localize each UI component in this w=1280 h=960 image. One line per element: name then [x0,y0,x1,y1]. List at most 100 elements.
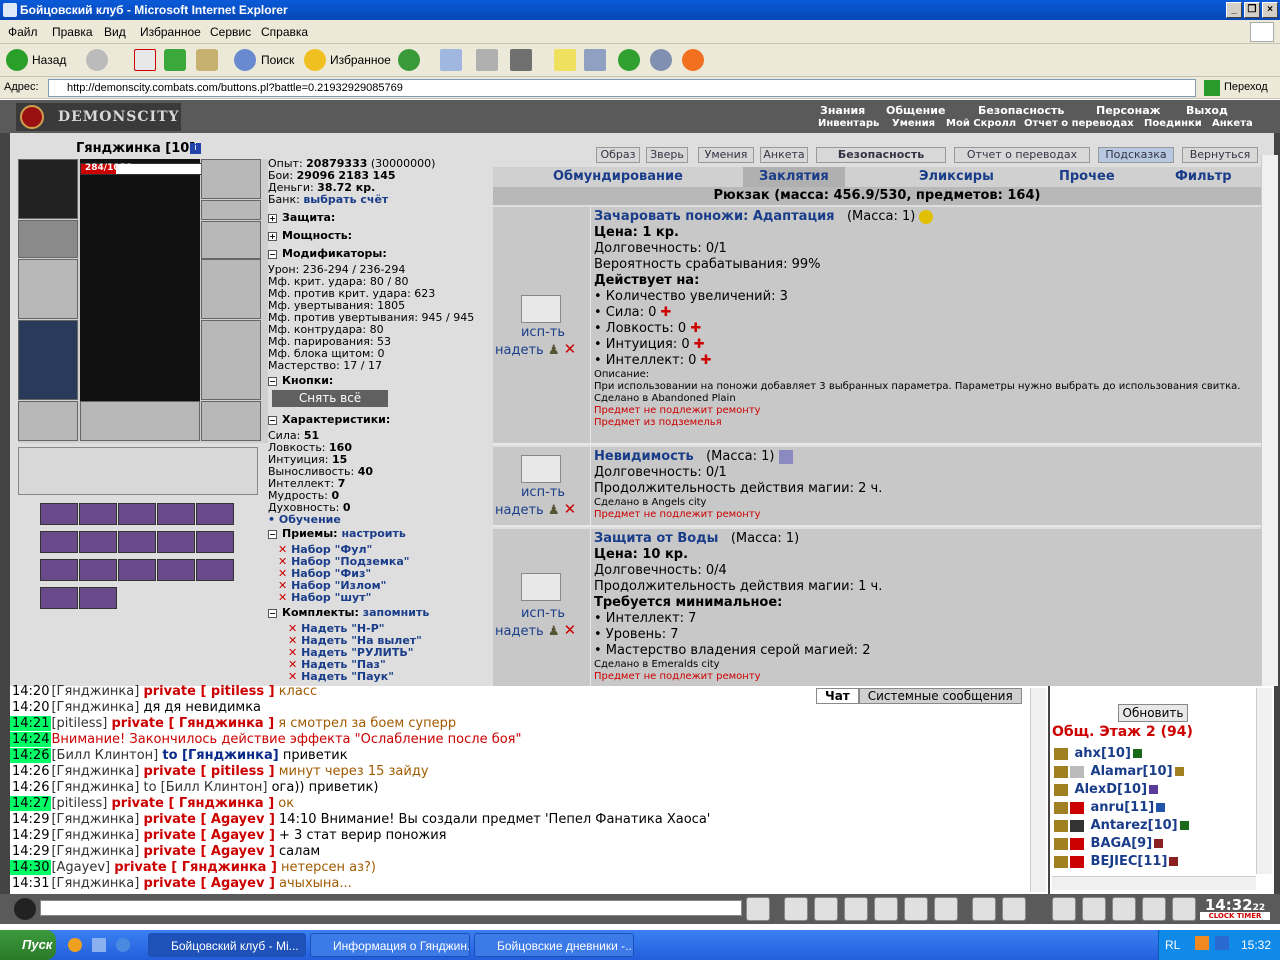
tricks-setup-link[interactable]: настроить [341,527,405,540]
tray-app-icon[interactable] [1195,936,1209,950]
online-user[interactable]: AlexD[10] [1054,782,1159,797]
quicklaunch-icon[interactable] [68,938,82,952]
link-profile[interactable]: Анкета [1212,118,1253,129]
link-fights[interactable]: Поединки [1144,118,1202,129]
nav-return-button[interactable]: Вернуться [1182,147,1258,163]
bank-link[interactable]: выбрать счёт [303,193,388,206]
chat-time[interactable]: 14:24 [10,732,52,747]
chat-time[interactable]: 14:20 [10,684,51,699]
language-indicator[interactable]: RL [1165,938,1180,952]
use-item-link[interactable]: исп-ть [495,485,591,501]
leggings-slot[interactable] [201,320,261,400]
skill-icon[interactable] [157,531,195,553]
note-icon[interactable] [554,49,576,71]
nav-image-button[interactable]: Образ [596,147,640,163]
chat-recipient[interactable]: to [Гянджинка] [162,748,278,763]
back-icon[interactable] [6,49,28,71]
chat-time[interactable]: 14:31 [10,876,51,891]
bottle-icon[interactable] [1052,897,1076,921]
section-stats[interactable]: − Характеристики: [268,413,478,427]
stop-icon[interactable] [134,49,156,71]
helmet-icon[interactable] [1002,897,1026,921]
nav-hint-button[interactable]: Подсказка [1098,147,1174,163]
users-icon[interactable] [650,49,672,71]
wear-item-link[interactable]: надеть [495,343,544,358]
chat-time[interactable]: 14:26 [10,748,52,763]
refresh-button[interactable]: Обновить [1118,704,1188,722]
nav-skills-button[interactable]: Умения [698,147,754,163]
nav-pet-button[interactable]: Зверь [646,147,688,163]
chat-recipient[interactable]: private [ Agayev ] [143,876,274,891]
exit-icon[interactable] [1172,897,1196,921]
trick-set[interactable]: ✕ Набор "шут" [278,591,371,604]
chat-nick[interactable]: [pitiless] [51,716,107,731]
chat-recipient[interactable]: private [ pitiless ] [143,684,274,699]
translit-icon[interactable] [904,897,928,921]
print-icon[interactable] [476,49,498,71]
start-button[interactable]: Пуск [0,930,56,960]
use-item-link[interactable]: исп-ть [495,325,591,341]
link-my-scroll[interactable]: Мой Скролл [946,118,1016,129]
door-icon[interactable] [1142,897,1166,921]
section-protection[interactable]: + Защита: [268,211,478,225]
user-info-icon[interactable] [1179,821,1189,830]
online-user[interactable]: anru[11] [1054,800,1166,815]
search-label[interactable]: Поиск [261,53,294,67]
online-hscrollbar[interactable] [1052,876,1256,890]
skill-icon[interactable] [118,503,156,525]
icq-icon[interactable] [618,49,640,71]
online-user[interactable]: Alamar[10] [1054,764,1184,779]
menu-view[interactable]: Вид [104,25,126,39]
chat-nick[interactable]: [Гянджинка] [51,844,139,859]
user-info-icon[interactable] [1174,767,1184,776]
inventory-scrollbar[interactable] [1261,155,1278,686]
skill-icon[interactable] [40,559,78,581]
skill-icon[interactable] [79,503,117,525]
plus-icon[interactable]: ✚ [694,337,705,352]
tab-other[interactable]: Прочее [1059,169,1115,184]
menu-help[interactable]: Справка [261,25,308,39]
clear-icon[interactable] [784,897,808,921]
shirt-icon[interactable]: ♟ [548,343,560,358]
earrings-slot[interactable] [201,159,261,199]
undress-all-button[interactable]: Снять всё [272,390,388,407]
at-icon[interactable] [682,49,704,71]
online-user[interactable]: BAGA[9] [1054,836,1164,851]
item-name[interactable]: Зачаровать поножи: Адаптация [594,209,835,224]
delete-item-icon[interactable]: ✕ [564,340,577,358]
nav-transfer-report-button[interactable]: Отчет о переводах [954,147,1090,163]
skill-icon[interactable] [196,531,234,553]
send-icon[interactable] [746,897,770,921]
forward-icon[interactable] [86,49,108,71]
plus-icon[interactable]: ✚ [690,321,701,336]
link-communication[interactable]: Общение [886,104,945,117]
favorites-label[interactable]: Избранное [330,53,391,67]
shirt-icon[interactable]: ♟ [548,503,560,518]
armor-slot[interactable] [18,320,78,400]
tab-equipment[interactable]: Обмундирование [553,169,683,184]
tab-system-messages[interactable]: Системные сообщения [858,688,1022,704]
task-info[interactable]: Информация о Гянджин... [310,933,470,957]
chat-nick[interactable]: [Гянджинка] [51,780,139,795]
skill-icon[interactable] [40,531,78,553]
skill-icon[interactable] [196,503,234,525]
chat-recipient[interactable]: private [ pitiless ] [143,764,274,779]
wear-item-link[interactable]: надеть [495,503,544,518]
chat-nick[interactable]: [Agayev] [51,860,110,875]
chat-recipient[interactable]: private [ Гянджинка ] [111,796,274,811]
link-character[interactable]: Персонаж [1096,104,1161,117]
plus-icon[interactable]: ✚ [661,305,672,320]
online-user[interactable]: ahx[10] [1054,746,1142,761]
menu-file[interactable]: Файл [8,25,38,39]
chat-recipient[interactable]: private [ Гянджинка ] [114,860,277,875]
home-icon[interactable] [196,49,218,71]
wear-item-link[interactable]: надеть [495,624,544,639]
helmet-slot[interactable] [18,159,78,219]
chat-time[interactable]: 14:20 [10,700,51,715]
delete-item-icon[interactable]: ✕ [564,500,577,518]
chat-time[interactable]: 14:26 [10,764,51,779]
link-skills[interactable]: Умения [892,118,935,129]
user-info-icon[interactable] [1156,803,1166,812]
user-info-icon[interactable] [1154,839,1164,848]
chat-nick[interactable]: [Гянджинка] [51,812,139,827]
